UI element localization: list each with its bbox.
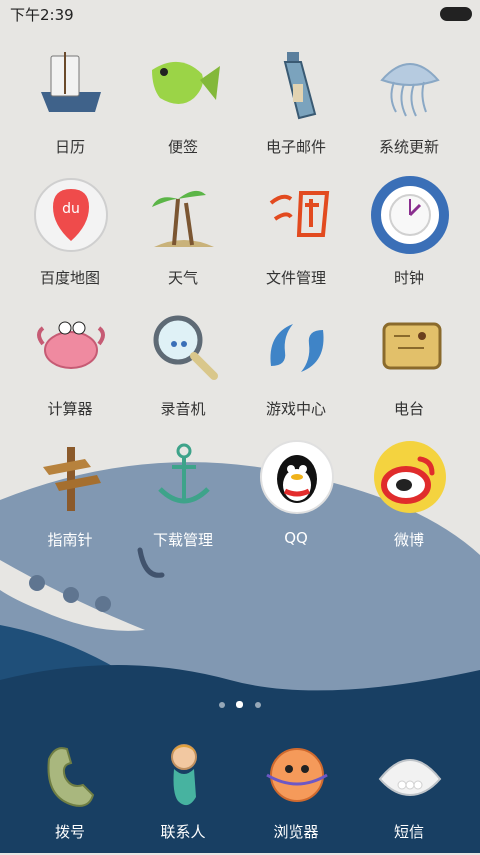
magnifier-icon <box>153 315 218 380</box>
anchor-icon <box>158 443 210 504</box>
dock: 拨号 联系人 浏览器 短信 <box>0 735 480 853</box>
page-dot-2[interactable] <box>236 701 243 708</box>
palm-tree-icon <box>152 190 214 247</box>
calendar-boat-icon <box>41 52 101 112</box>
dock-app-browser[interactable]: 浏览器 <box>241 735 351 855</box>
dock-app-contacts[interactable]: 联系人 <box>128 735 238 855</box>
taobao-tao-icon <box>269 191 330 237</box>
app-clock[interactable]: 时钟 <box>354 175 464 295</box>
dock-label-contacts: 联系人 <box>160 823 206 841</box>
life-ring-clock-icon <box>371 176 449 254</box>
page-dot-3[interactable] <box>255 702 261 708</box>
app-label-radio: 电台 <box>393 400 424 418</box>
bottle-icon <box>283 52 317 120</box>
page-dot-1[interactable] <box>219 702 225 708</box>
page-indicator <box>0 700 480 712</box>
app-label-clock: 时钟 <box>393 269 424 287</box>
mermaid-icon <box>171 744 197 806</box>
dock-app-messages[interactable]: 短信 <box>354 735 464 855</box>
crab-icon <box>37 321 105 369</box>
shell-pearl-icon <box>378 759 442 797</box>
app-label-system-update: 系统更新 <box>378 138 439 156</box>
app-label-weather: 天气 <box>167 269 198 287</box>
app-game-center[interactable]: 游戏中心 <box>241 306 351 426</box>
baidu-map-icon: du <box>34 178 108 252</box>
app-calendar[interactable]: 日历 <box>15 44 125 164</box>
app-label-game-center: 游戏中心 <box>265 400 326 418</box>
treasure-map-icon <box>382 322 442 370</box>
weibo-icon <box>374 441 446 513</box>
app-label-calculator: 计算器 <box>47 400 93 418</box>
app-label-file-manager: 文件管理 <box>265 269 326 287</box>
app-compass[interactable]: 指南针 <box>15 437 125 557</box>
app-baidu-map[interactable]: du 百度地图 <box>15 175 125 295</box>
signpost-icon <box>43 447 101 511</box>
app-recorder[interactable]: 录音机 <box>128 306 238 426</box>
app-calculator[interactable]: 计算器 <box>15 306 125 426</box>
app-label-calendar: 日历 <box>54 138 85 156</box>
pufferfish-icon <box>266 748 328 802</box>
fish-icon <box>152 61 220 104</box>
qq-penguin-icon <box>260 440 334 514</box>
app-notes[interactable]: 便签 <box>128 44 238 164</box>
phone-icon <box>47 747 95 807</box>
app-label-recorder: 录音机 <box>160 400 206 418</box>
status-bar: 下午2:39 <box>0 0 480 28</box>
app-label-download-manager: 下载管理 <box>152 531 213 549</box>
dock-label-browser: 浏览器 <box>273 823 319 841</box>
app-label-qq: QQ <box>284 529 308 547</box>
dock-label-dialer: 拨号 <box>54 823 85 841</box>
jellyfish-icon <box>380 63 440 117</box>
status-time: 下午2:39 <box>10 6 74 24</box>
app-file-manager[interactable]: 文件管理 <box>241 175 351 295</box>
app-label-email: 电子邮件 <box>265 138 326 156</box>
dock-label-messages: 短信 <box>393 823 424 841</box>
app-weather[interactable]: 天气 <box>128 175 238 295</box>
app-label-notes: 便签 <box>167 138 198 156</box>
svg-text:du: du <box>62 201 80 217</box>
app-label-baidu-map: 百度地图 <box>39 269 100 287</box>
dolphins-icon <box>270 324 324 372</box>
app-label-compass: 指南针 <box>47 531 93 549</box>
dock-app-dialer[interactable]: 拨号 <box>15 735 125 855</box>
app-system-update[interactable]: 系统更新 <box>354 44 464 164</box>
app-weibo[interactable]: 微博 <box>354 437 464 557</box>
app-qq[interactable]: QQ <box>241 437 351 557</box>
app-label-weibo: 微博 <box>393 531 424 549</box>
battery-icon <box>440 7 472 21</box>
app-email[interactable]: 电子邮件 <box>241 44 351 164</box>
app-radio[interactable]: 电台 <box>354 306 464 426</box>
app-download-manager[interactable]: 下载管理 <box>128 437 238 557</box>
